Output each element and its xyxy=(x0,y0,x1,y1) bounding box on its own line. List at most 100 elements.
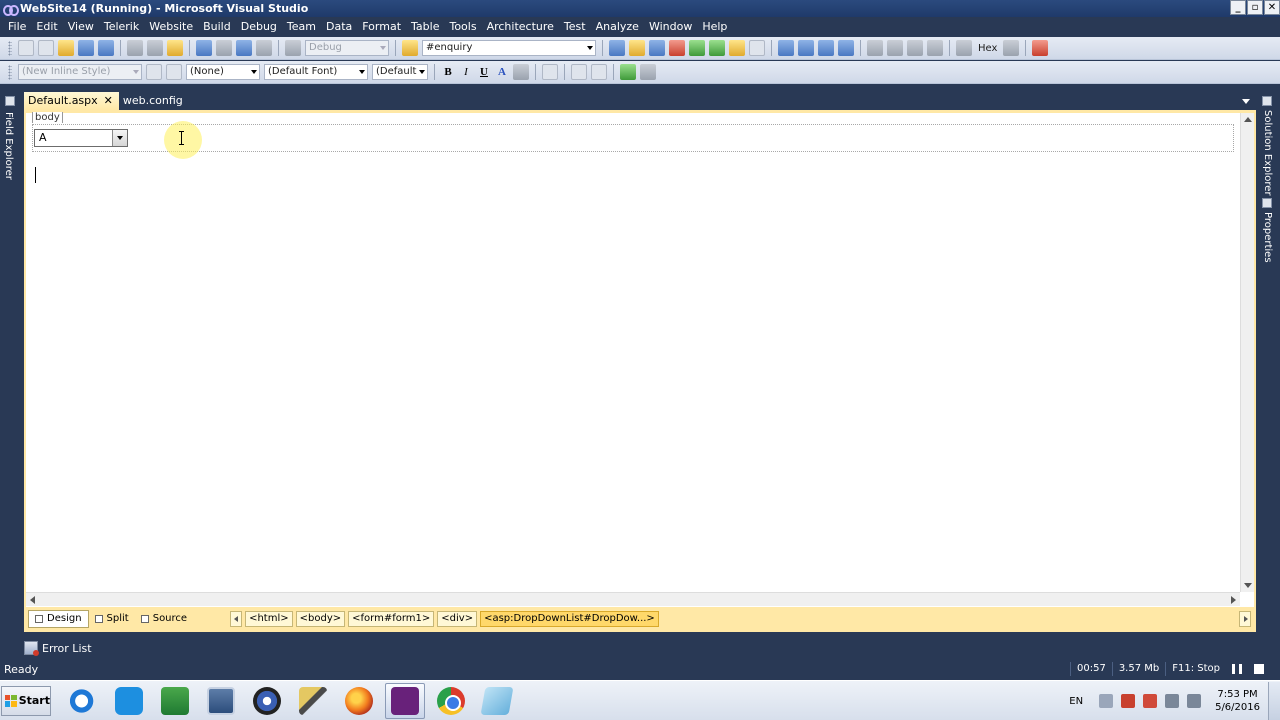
tab-default-aspx[interactable]: Default.aspx ✕ xyxy=(24,92,119,110)
numbering-icon[interactable] xyxy=(591,64,607,80)
show-next-statement-icon[interactable] xyxy=(867,40,883,56)
breadcrumb-dropdownlist[interactable]: <asp:DropDownList#DropDow...> xyxy=(480,610,659,627)
redo-icon[interactable] xyxy=(216,40,232,56)
menu-team[interactable]: Team xyxy=(282,17,321,37)
show-threads-icon[interactable] xyxy=(1003,40,1020,56)
menu-architecture[interactable]: Architecture xyxy=(482,17,559,37)
split-view-tab[interactable]: Split xyxy=(89,610,135,628)
firefox-app[interactable] xyxy=(339,683,379,719)
internet-explorer-app[interactable] xyxy=(63,683,103,719)
design-surface[interactable] xyxy=(26,113,1254,607)
copy-icon[interactable] xyxy=(147,40,163,56)
new-project-icon[interactable] xyxy=(18,40,34,56)
menu-data[interactable]: Data xyxy=(321,17,357,37)
snipping-tool-app[interactable] xyxy=(293,683,333,719)
menu-help[interactable]: Help xyxy=(697,17,732,37)
show-desktop-button[interactable] xyxy=(1268,682,1280,720)
object-browser-icon[interactable] xyxy=(649,40,665,56)
toolbar-grip[interactable] xyxy=(8,64,12,80)
minimize-button[interactable]: _ xyxy=(1230,0,1246,15)
save-icon[interactable] xyxy=(78,40,94,56)
menu-format[interactable]: Format xyxy=(357,17,406,37)
security-icon[interactable] xyxy=(1121,694,1136,708)
menu-test[interactable]: Test xyxy=(559,17,591,37)
toolbar-options-icon[interactable] xyxy=(640,64,656,80)
hex-toggle[interactable]: Hex xyxy=(978,43,997,54)
undo-icon[interactable] xyxy=(196,40,212,56)
toolbar-grip[interactable] xyxy=(8,40,12,56)
menu-debug[interactable]: Debug xyxy=(236,17,282,37)
breadcrumb-body[interactable]: <body> xyxy=(295,610,346,627)
scroll-down-icon[interactable] xyxy=(1241,578,1254,592)
stop-icon[interactable] xyxy=(1254,664,1264,674)
find-in-files-icon[interactable] xyxy=(402,40,418,56)
highlight-color-icon[interactable] xyxy=(513,64,529,80)
cut-icon[interactable] xyxy=(127,40,143,56)
menu-website[interactable]: Website xyxy=(144,17,198,37)
menu-analyze[interactable]: Analyze xyxy=(591,17,644,37)
design-view-tab[interactable]: Design xyxy=(28,609,89,628)
menu-edit[interactable]: Edit xyxy=(31,17,62,37)
show-hidden-icons-icon[interactable] xyxy=(1099,694,1114,708)
bold-button[interactable]: B xyxy=(439,63,457,81)
apply-style-icon[interactable] xyxy=(146,64,162,80)
restore-button[interactable]: ▫ xyxy=(1247,0,1263,15)
block-format-dropdown[interactable]: (None) xyxy=(186,64,260,80)
add-item-icon[interactable] xyxy=(38,40,54,56)
monitor-app[interactable] xyxy=(201,683,241,719)
pause-icon[interactable] xyxy=(1232,664,1242,674)
step-into-icon[interactable] xyxy=(887,40,903,56)
open-folder-icon[interactable] xyxy=(58,40,74,56)
find-dropdown[interactable]: #enquiry xyxy=(422,40,596,56)
navigate-forward-icon[interactable] xyxy=(256,40,272,56)
break-all-icon[interactable] xyxy=(798,40,814,56)
start-button[interactable]: Start xyxy=(1,685,51,716)
step-out-icon[interactable] xyxy=(927,40,943,56)
tab-list-dropdown-icon[interactable] xyxy=(1242,99,1250,104)
underline-button[interactable]: U xyxy=(475,63,493,81)
action-center-icon[interactable] xyxy=(1143,694,1158,708)
font-size-dropdown[interactable]: (Default xyxy=(372,64,428,80)
language-indicator[interactable]: EN xyxy=(1069,696,1083,707)
field-explorer-tab[interactable]: Field Explorer xyxy=(3,112,14,180)
properties-tab[interactable]: Properties xyxy=(1262,212,1273,263)
continue-icon[interactable] xyxy=(778,40,794,56)
team-explorer-icon[interactable] xyxy=(689,40,705,56)
scroll-up-icon[interactable] xyxy=(1241,113,1254,127)
breadcrumb-scroll-right-icon[interactable] xyxy=(1239,610,1251,627)
close-tab-icon[interactable]: ✕ xyxy=(104,92,113,110)
menu-file[interactable]: File xyxy=(3,17,31,37)
network-icon[interactable] xyxy=(1165,694,1180,708)
justify-icon[interactable] xyxy=(542,64,558,80)
solution-explorer-tab[interactable]: Solution Explorer xyxy=(1262,110,1273,196)
div-region[interactable] xyxy=(32,124,1234,152)
menu-build[interactable]: Build xyxy=(198,17,236,37)
foreground-color-button[interactable]: A xyxy=(493,63,511,81)
system-clock[interactable]: 7:53 PM 5/6/2016 xyxy=(1215,688,1260,714)
properties-icon[interactable] xyxy=(629,40,645,56)
tab-web-config[interactable]: web.config xyxy=(119,92,189,110)
menu-table[interactable]: Table xyxy=(406,17,444,37)
menu-telerik[interactable]: Telerik xyxy=(99,17,144,37)
window-layout-icon[interactable] xyxy=(749,40,765,56)
scroll-left-icon[interactable] xyxy=(26,593,40,606)
font-name-dropdown[interactable]: (Default Font) xyxy=(264,64,368,80)
solution-config-dropdown[interactable]: Debug xyxy=(305,40,389,56)
source-view-tab[interactable]: Source xyxy=(135,610,193,628)
vertical-scrollbar[interactable] xyxy=(1240,113,1254,592)
navigate-backward-icon[interactable] xyxy=(236,40,252,56)
breadcrumb-html[interactable]: <html> xyxy=(245,610,293,627)
breadcrumb-div[interactable]: <div> xyxy=(437,610,478,627)
teamviewer-app[interactable] xyxy=(109,683,149,719)
target-rule-dropdown[interactable]: (New Inline Style) xyxy=(18,64,142,80)
toolbox-icon[interactable] xyxy=(669,40,685,56)
paint-app[interactable] xyxy=(477,683,517,719)
breakpoints-icon[interactable] xyxy=(1032,40,1049,56)
breadcrumb-form[interactable]: <form#form1> xyxy=(348,610,435,627)
solution-explorer-icon[interactable] xyxy=(609,40,625,56)
server-explorer-icon[interactable] xyxy=(709,40,725,56)
close-button[interactable]: ✕ xyxy=(1264,0,1280,15)
error-list-tab[interactable]: Error List xyxy=(24,638,92,658)
class-view-icon[interactable] xyxy=(729,40,745,56)
volume-icon[interactable] xyxy=(1187,694,1202,708)
